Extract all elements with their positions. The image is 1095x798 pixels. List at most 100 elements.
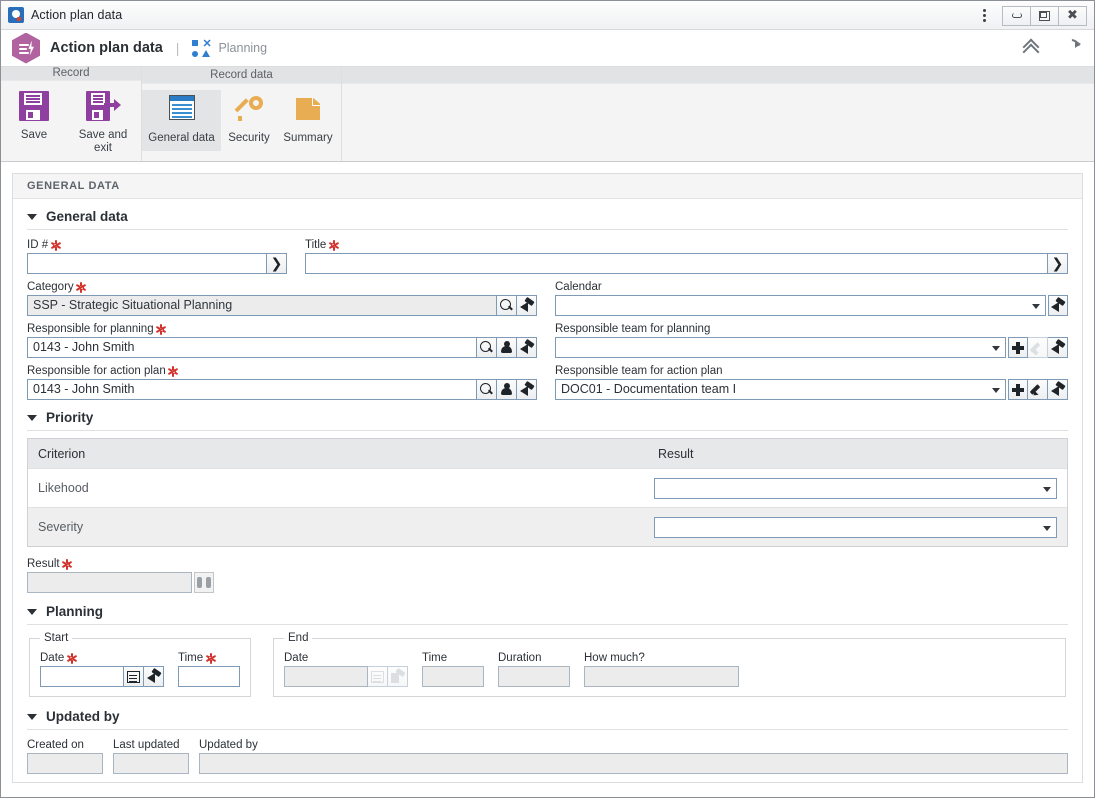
calendar-icon bbox=[127, 670, 140, 683]
field-priority-result-label: Result bbox=[27, 556, 214, 572]
result-cell bbox=[648, 516, 1067, 538]
collapse-caret-icon[interactable] bbox=[27, 608, 37, 615]
resp-planning-input[interactable]: 0143 - John Smith bbox=[27, 337, 477, 358]
field-resp-team-action-plan: Responsible team for action plan DOC01 -… bbox=[555, 363, 1068, 400]
section-header-updated-by[interactable]: Updated by bbox=[27, 709, 1068, 730]
collapse-caret-icon[interactable] bbox=[27, 713, 37, 720]
tab-general-data-label: General data bbox=[148, 132, 215, 144]
header-actions bbox=[1023, 30, 1081, 66]
title-next-arrow-button[interactable]: ❯ bbox=[1048, 253, 1068, 274]
resp-team-planning-clear-button[interactable] bbox=[1048, 337, 1068, 358]
field-how-much-label: How much? bbox=[584, 652, 645, 664]
resp-team-planning-add-button[interactable] bbox=[1008, 337, 1028, 358]
calendar-icon bbox=[371, 670, 384, 683]
id-input[interactable] bbox=[27, 253, 267, 274]
save-and-exit-button[interactable]: Save and exit bbox=[67, 87, 139, 161]
brand-hexagon-icon bbox=[12, 32, 40, 64]
start-date-input[interactable] bbox=[40, 666, 124, 687]
fieldset-start: Start Date Time bbox=[29, 632, 251, 697]
chevron-down-icon bbox=[1043, 486, 1051, 492]
refresh-icon[interactable] bbox=[1061, 38, 1081, 58]
process-flow-icon: ✕ bbox=[192, 38, 212, 57]
row-updated-by: Created on Last updated Updated by bbox=[27, 737, 1068, 774]
collapse-caret-icon[interactable] bbox=[27, 213, 37, 220]
ribbon-toolbar: Record Save Save and exit Record data Ge… bbox=[1, 66, 1094, 162]
resp-action-plan-search-button[interactable] bbox=[477, 379, 497, 400]
calendar-select[interactable] bbox=[555, 295, 1046, 316]
calendar-clear-button[interactable] bbox=[1048, 295, 1068, 316]
resp-team-action-plan-select[interactable]: DOC01 - Documentation team I bbox=[555, 379, 1006, 400]
section-header-general-data[interactable]: General data bbox=[27, 209, 1068, 230]
row-category-calendar: Category SSP - Strategic Situational Pla… bbox=[27, 279, 1068, 316]
table-row: Severity bbox=[28, 507, 1067, 546]
likehood-result-select[interactable] bbox=[654, 477, 1057, 499]
severity-result-select[interactable] bbox=[654, 516, 1057, 538]
tab-general-data[interactable]: General data bbox=[142, 90, 221, 152]
category-clear-button[interactable] bbox=[517, 295, 537, 316]
tab-security[interactable]: Security bbox=[221, 90, 277, 151]
page-caption: GENERAL DATA bbox=[13, 174, 1082, 199]
priority-result-lookup-button[interactable] bbox=[194, 572, 214, 593]
fieldset-end: End Date Time Duration How much? bbox=[273, 632, 1066, 697]
close-button[interactable]: ✖ bbox=[1058, 5, 1087, 26]
resp-action-plan-input[interactable]: 0143 - John Smith bbox=[27, 379, 477, 400]
resp-planning-search-button[interactable] bbox=[477, 337, 497, 358]
resp-team-action-plan-edit-button[interactable] bbox=[1028, 379, 1048, 400]
criterion-cell: Likehood bbox=[38, 481, 89, 495]
section-title: Updated by bbox=[46, 709, 120, 724]
minimize-button[interactable] bbox=[1002, 5, 1031, 26]
field-start-time: Time bbox=[178, 650, 240, 687]
field-end-date-label: Date bbox=[284, 652, 309, 664]
resp-planning-clear-button[interactable] bbox=[517, 337, 537, 358]
category-search-button[interactable] bbox=[497, 295, 517, 316]
row-priority-result: Result bbox=[27, 556, 1068, 593]
end-date-calendar-button bbox=[368, 666, 388, 687]
title-input[interactable] bbox=[305, 253, 1048, 274]
save-button[interactable]: Save bbox=[1, 87, 67, 148]
chevron-down-icon bbox=[1032, 304, 1040, 309]
row-responsible-action-plan: Responsible for action plan 0143 - John … bbox=[27, 363, 1068, 400]
field-resp-team-planning: Responsible team for planning bbox=[555, 321, 1068, 358]
more-options-icon[interactable] bbox=[969, 1, 999, 30]
category-input[interactable]: SSP - Strategic Situational Planning bbox=[27, 295, 497, 316]
field-last-updated: Last updated bbox=[113, 737, 189, 774]
required-marker-icon bbox=[328, 239, 340, 251]
application-icon bbox=[8, 7, 24, 23]
start-date-clear-button[interactable] bbox=[144, 666, 164, 687]
header-separator: | bbox=[175, 40, 180, 56]
clear-brush-icon bbox=[1051, 299, 1065, 313]
page-title: Action plan data bbox=[50, 40, 163, 56]
required-marker-icon bbox=[61, 558, 73, 570]
resp-team-action-plan-clear-button[interactable] bbox=[1048, 379, 1068, 400]
maximize-button[interactable] bbox=[1030, 5, 1059, 26]
clear-brush-icon bbox=[146, 670, 161, 684]
start-time-input[interactable] bbox=[178, 666, 240, 687]
field-created-on: Created on bbox=[27, 737, 103, 774]
clear-brush-icon bbox=[519, 299, 534, 313]
resp-team-planning-select[interactable] bbox=[555, 337, 1006, 358]
collapse-caret-icon[interactable] bbox=[27, 414, 37, 421]
field-priority-result: Result bbox=[27, 556, 214, 593]
chevron-down-icon bbox=[992, 388, 1000, 393]
resp-planning-person-button[interactable] bbox=[497, 337, 517, 358]
resp-action-plan-person-button[interactable] bbox=[497, 379, 517, 400]
collapse-chevron-up-icon[interactable] bbox=[1023, 39, 1041, 57]
field-title-label: Title bbox=[305, 237, 1068, 253]
section-title: Planning bbox=[46, 604, 103, 619]
id-next-arrow-button[interactable]: ❯ bbox=[267, 253, 287, 274]
add-icon bbox=[1012, 383, 1024, 396]
resp-action-plan-clear-button[interactable] bbox=[517, 379, 537, 400]
section-header-planning[interactable]: Planning bbox=[27, 604, 1068, 625]
field-how-much: How much? bbox=[584, 650, 739, 687]
resp-team-planning-edit-button bbox=[1028, 337, 1048, 358]
form-page: GENERAL DATA General data ID # ❯ Title ❯… bbox=[12, 173, 1083, 783]
resp-team-action-plan-add-button[interactable] bbox=[1008, 379, 1028, 400]
search-icon bbox=[500, 299, 513, 312]
section-header-priority[interactable]: Priority bbox=[27, 410, 1068, 431]
section-title: General data bbox=[46, 209, 128, 224]
section-title: Priority bbox=[46, 410, 94, 425]
clear-brush-icon bbox=[1050, 383, 1065, 397]
app-header: Action plan data | ✕ Planning bbox=[1, 30, 1094, 66]
tab-summary[interactable]: Summary bbox=[277, 90, 339, 151]
start-date-calendar-button[interactable] bbox=[124, 666, 144, 687]
